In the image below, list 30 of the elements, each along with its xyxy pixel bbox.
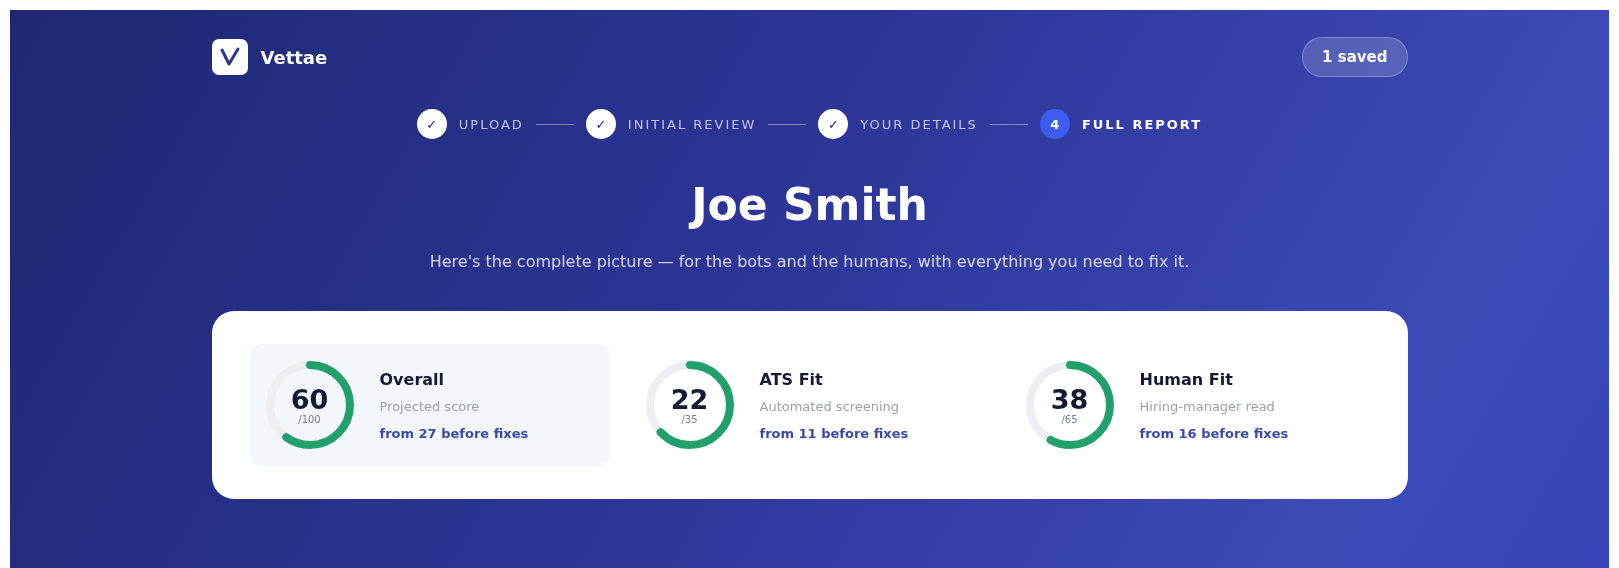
score-max: /100: [298, 414, 321, 426]
before-fixes-text: from 27 before fixes: [379, 425, 529, 441]
step-label: UPLOAD: [458, 116, 524, 132]
score-name: Human Fit: [1139, 369, 1234, 389]
step-number: 4: [1039, 109, 1070, 139]
score-value: 60: [290, 384, 329, 415]
score-name: Overall: [379, 369, 446, 389]
step-label: YOUR DETAILS: [860, 116, 978, 132]
subtitle: Here's the complete picture — for the bots and the humans, with everything you need to fix it.: [429, 252, 1190, 271]
score-panel[interactable]: 38 /65 Human Fit Hiring-manager read from 16 before fixes: [1009, 344, 1370, 466]
score-description: Automated screening: [759, 398, 901, 414]
score-value: 38: [1050, 384, 1089, 415]
step-label: FULL REPORT: [1081, 116, 1203, 132]
score-max: /65: [1061, 414, 1078, 426]
check-icon: ✓: [416, 109, 447, 139]
score-panel[interactable]: 22 /35 ATS Fit Automated screening from 11 before fixes: [629, 344, 990, 466]
brand-name: Vettae: [260, 46, 328, 68]
before-fixes-text: from 16 before fixes: [1139, 425, 1289, 441]
check-icon: ✓: [585, 109, 616, 139]
logo-icon: [211, 39, 248, 75]
score-max: /35: [681, 414, 698, 426]
score-name: ATS Fit: [759, 369, 824, 389]
before-fixes-text: from 11 before fixes: [759, 425, 909, 441]
score-panel[interactable]: 60 /100 Overall Projected score from 27 before fixes: [249, 344, 610, 466]
score-description: Hiring-manager read: [1139, 398, 1276, 414]
step-label: INITIAL REVIEW: [627, 116, 757, 132]
score-description: Projected score: [379, 398, 481, 414]
score-value: 22: [670, 384, 709, 415]
check-icon: ✓: [818, 109, 849, 139]
saved-badge[interactable]: 1 saved: [1302, 37, 1408, 77]
